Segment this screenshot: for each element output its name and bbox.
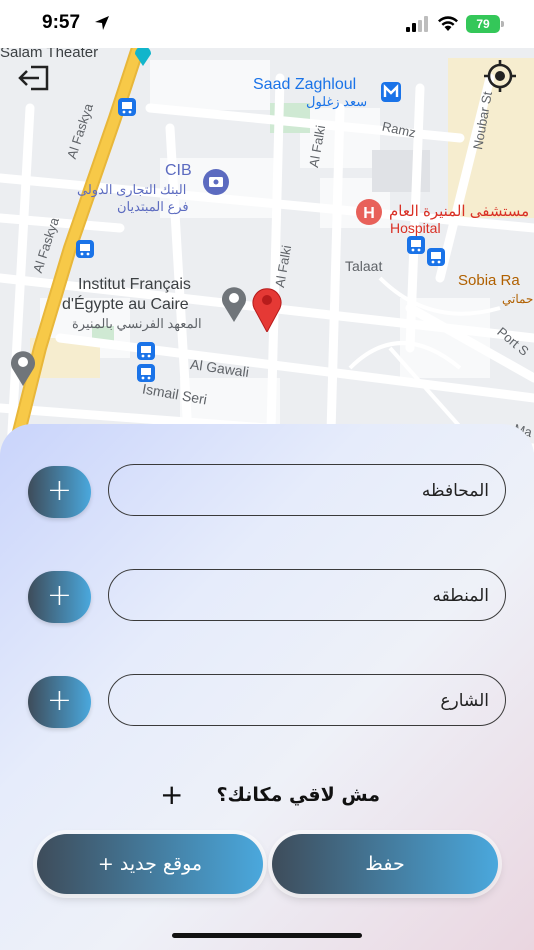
bus-stop-icon — [137, 364, 155, 382]
address-form-sheet: + المحافظه + المنطقه + الشارع + مش لاقي … — [0, 424, 534, 950]
label-saad-zaghloul: Saad Zaghloul — [253, 76, 357, 93]
label-sobia-ar: حماتي — [502, 292, 534, 306]
label-cib-ar-1: البنك التجارى الدولى — [77, 182, 187, 197]
bus-stop-icon — [427, 248, 445, 266]
bus-stop-icon — [118, 98, 136, 116]
status-time: 9:57 — [42, 12, 81, 33]
area-field[interactable]: المنطقه — [108, 569, 506, 621]
map-view[interactable]: Salam Theater Saad Zaghloul سعد زغلول Ra… — [0, 48, 534, 468]
label-institut-2: d'Égypte au Caire — [62, 296, 189, 313]
exit-icon — [18, 65, 49, 91]
missing-location-link[interactable]: + مش لاقي مكانك؟ — [160, 780, 380, 810]
my-location-button[interactable] — [480, 56, 520, 96]
bus-stop-icon — [137, 342, 155, 360]
metro-icon — [381, 82, 401, 102]
add-area-button[interactable]: + — [28, 571, 91, 623]
cellular-signal-icon — [406, 16, 428, 32]
save-button[interactable]: حفظ — [272, 834, 498, 894]
bank-poi-icon — [203, 169, 229, 195]
label-hospital: Hospital — [390, 220, 441, 236]
label-sobia: Sobia Ra — [458, 272, 520, 289]
label-institut-ar: المعهد الفرنسي بالمنيرة — [72, 316, 202, 331]
governorate-field[interactable]: المحافظه — [108, 464, 506, 516]
label-institut-1: Institut Français — [78, 276, 191, 293]
add-governorate-button[interactable]: + — [28, 466, 91, 518]
street-field[interactable]: الشارع — [108, 674, 506, 726]
location-arrow-icon — [95, 16, 109, 30]
theater-poi-icon — [135, 48, 151, 66]
bus-stop-icon — [407, 236, 425, 254]
label-talaat: Talaat — [345, 258, 383, 274]
place-pin-icon — [222, 287, 246, 322]
label-saad-zaghloul-ar: سعد زغلول — [306, 94, 368, 109]
battery-nub — [501, 21, 504, 27]
add-street-button[interactable]: + — [28, 676, 91, 728]
governorate-row: + المحافظه — [28, 464, 508, 520]
missing-location-text: مش لاقي مكانك؟ — [216, 784, 380, 806]
bus-stop-icon — [76, 240, 94, 258]
label-cib: CIB — [165, 162, 192, 179]
status-bar: 9:57 79 — [0, 0, 534, 48]
label-cib-ar-2: فرع المبتديان — [117, 199, 189, 214]
crosshair-icon — [484, 60, 516, 92]
label-hospital-ar: مستشفى المنيرة العام — [389, 203, 530, 220]
street-row: + الشارع — [28, 674, 508, 730]
svg-text:H: H — [363, 205, 375, 222]
area-row: + المنطقه — [28, 569, 508, 625]
battery-indicator: 79 — [466, 15, 500, 33]
new-location-button[interactable]: + موقع جديد — [37, 834, 263, 894]
selected-location-marker-icon[interactable] — [249, 284, 285, 332]
exit-button[interactable] — [14, 58, 54, 98]
plus-icon: + — [160, 778, 184, 811]
home-indicator — [172, 933, 362, 938]
wifi-icon — [438, 16, 458, 31]
place-pin-icon — [11, 351, 36, 386]
hospital-poi-icon: H — [356, 199, 382, 225]
